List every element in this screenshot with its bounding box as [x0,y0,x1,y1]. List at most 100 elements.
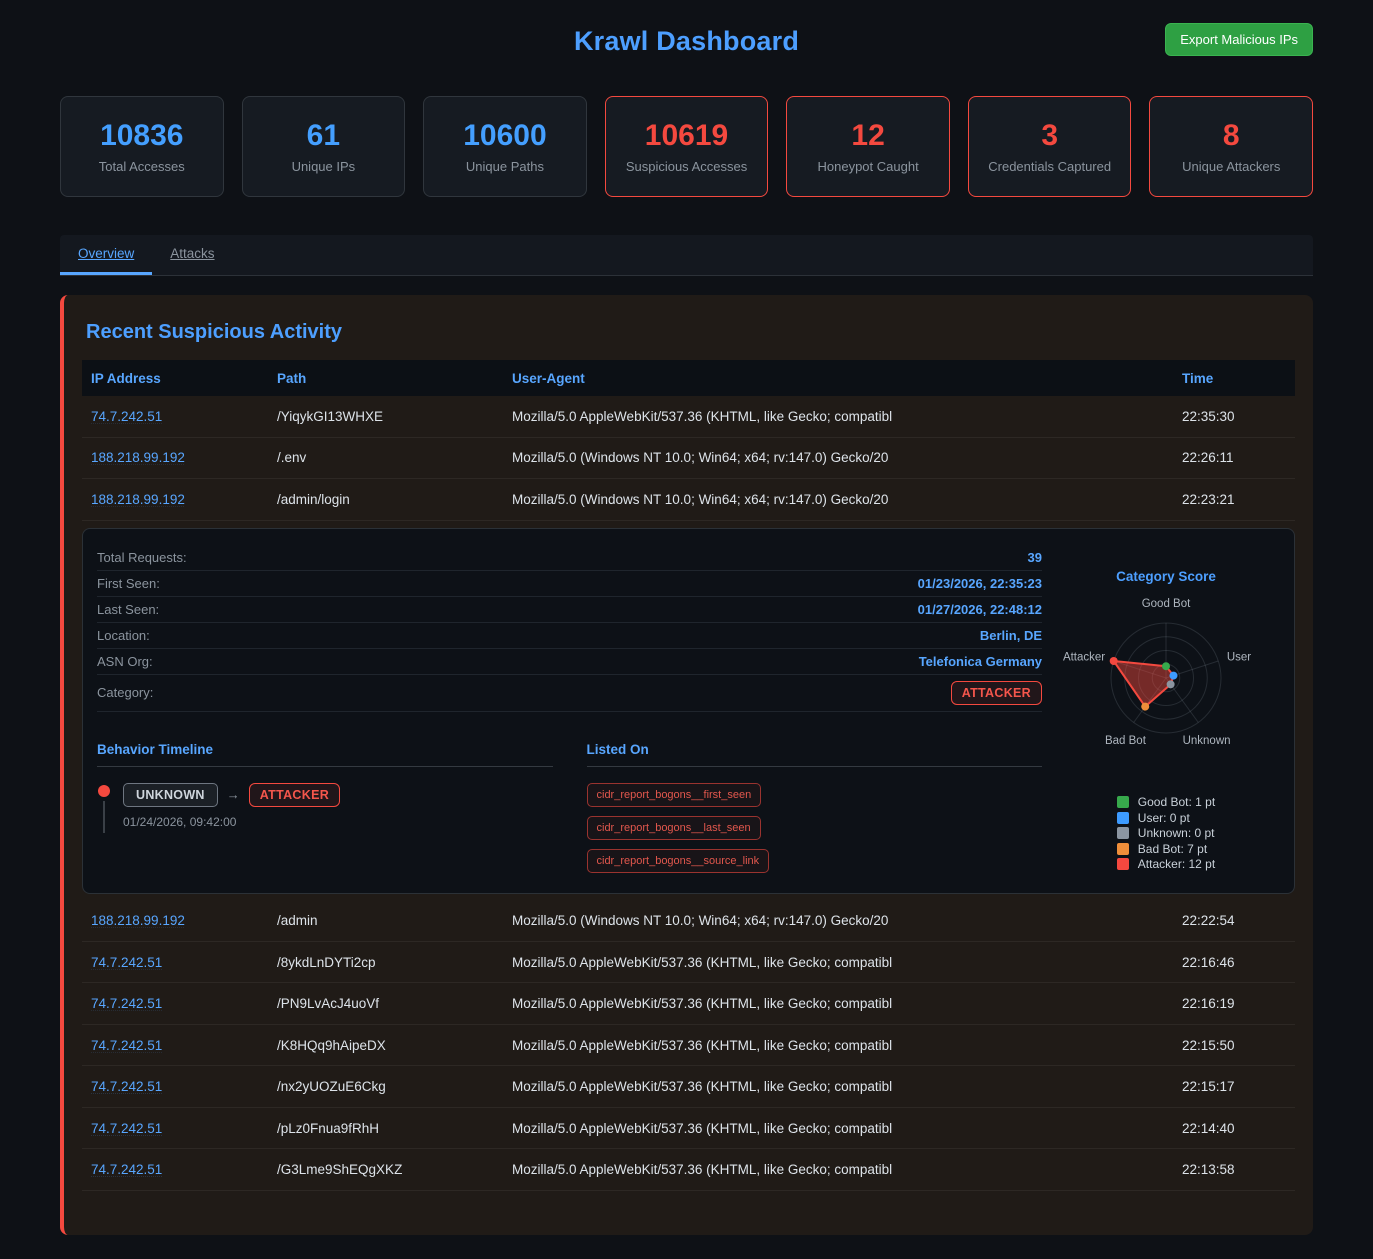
radar-axis-label: Good Bot [1142,598,1191,610]
stat-label: Unique Attackers [1182,159,1280,174]
ip-address-link[interactable]: 74.7.242.51 [91,955,162,970]
stat-label: Suspicious Accesses [626,159,747,174]
detail-field-value: Telefonica Germany [919,654,1042,669]
ip-address-link[interactable]: 74.7.242.51 [91,1038,162,1053]
listed-on-chip[interactable]: cidr_report_bogons__last_seen [587,816,761,840]
table-row[interactable]: 74.7.242.51/8ykdLnDYTi2cpMozilla/5.0 App… [82,942,1295,984]
ip-cell: 188.218.99.192 [82,492,268,507]
ip-cell: 74.7.242.51 [82,1121,268,1136]
path-cell: /PN9LvAcJ4uoVf [268,996,503,1011]
ip-cell: 74.7.242.51 [82,996,268,1011]
ip-detail-card: Total Requests: 39 First Seen:01/23/2026, … [82,528,1295,895]
path-cell: /pLz0Fnua9fRhH [268,1121,503,1136]
table-row[interactable]: 188.218.99.192/admin/loginMozilla/5.0 (W… [82,479,1295,521]
time-cell: 22:16:19 [1167,996,1295,1011]
table-row[interactable]: 188.218.99.192/.envMozilla/5.0 (Windows … [82,438,1295,480]
path-cell: /YiqykGI13WHXE [268,409,503,424]
stat-card: 8 Unique Attackers [1149,96,1313,197]
listed-on-chip[interactable]: cidr_report_bogons__source_link [587,849,770,873]
ip-cell: 188.218.99.192 [82,450,268,465]
detail-field-label: Total Requests: [97,550,187,565]
legend-label: Attacker: 12 pt [1138,857,1215,871]
category-score-section: Category Score Good BotUserUnknownBad Bo… [1052,545,1280,876]
bottom-spacer [82,1191,1295,1205]
detail-field-label: ASN Org: [97,654,153,669]
stat-card: 10836Total Accesses [60,96,224,197]
recent-suspicious-activity-panel: Recent Suspicious Activity IP AddressPat… [60,295,1313,1235]
ip-cell: 74.7.242.51 [82,1162,268,1177]
legend-swatch-icon [1117,812,1129,824]
path-cell: /admin/login [268,492,503,507]
ip-address-link[interactable]: 188.218.99.192 [91,492,185,507]
legend-item: Bad Bot: 7 pt [1117,841,1215,857]
timeline-line [103,801,105,833]
panel-title: Recent Suspicious Activity [86,321,1295,344]
user-agent-cell: Mozilla/5.0 AppleWebKit/537.36 (KHTML, l… [503,1079,1167,1094]
path-cell: /nx2yUOZuE6Ckg [268,1079,503,1094]
listed-on-chip[interactable]: cidr_report_bogons__first_seen [587,783,762,807]
time-cell: 22:13:58 [1167,1162,1295,1177]
legend-item: Attacker: 12 pt [1117,857,1215,873]
tab-overview[interactable]: Overview [60,235,152,275]
table-row[interactable]: 74.7.242.51/nx2yUOZuE6CkgMozilla/5.0 App… [82,1066,1295,1108]
ip-address-link[interactable]: 74.7.242.51 [91,409,162,424]
detail-field-row: First Seen:01/23/2026, 22:35:23 [97,571,1042,597]
user-agent-cell: Mozilla/5.0 AppleWebKit/537.36 (KHTML, l… [503,1162,1167,1177]
detail-field-value: 39 [1028,550,1042,565]
timeline-marker [97,783,110,833]
path-cell: /.env [268,450,503,465]
behavior-timeline-section: Behavior Timeline UNKNOWN→ATTACKER01/24/… [97,742,553,873]
stat-value: 61 [307,119,340,152]
ip-address-link[interactable]: 74.7.242.51 [91,1079,162,1094]
stat-value: 10619 [645,119,728,152]
user-agent-cell: Mozilla/5.0 AppleWebKit/537.36 (KHTML, l… [503,409,1167,424]
tab-attacks[interactable]: Attacks [152,235,232,275]
ip-cell: 74.7.242.51 [82,1038,268,1053]
arrow-right-icon: → [227,787,240,802]
tab-bar: OverviewAttacks [60,235,1313,276]
user-agent-cell: Mozilla/5.0 (Windows NT 10.0; Win64; x64… [503,913,1167,928]
stat-card: 12Honeypot Caught [786,96,950,197]
timeline-timestamp: 01/24/2026, 09:42:00 [123,815,340,829]
ip-detail-info: Total Requests: 39 First Seen:01/23/2026, … [97,545,1042,876]
radar-axis-label: Bad Bot [1105,734,1147,746]
stat-value: 8 [1223,119,1240,152]
user-agent-cell: Mozilla/5.0 AppleWebKit/537.36 (KHTML, l… [503,1121,1167,1136]
table-row[interactable]: 74.7.242.51/pLz0Fnua9fRhHMozilla/5.0 App… [82,1108,1295,1150]
ip-address-link[interactable]: 74.7.242.51 [91,1121,162,1136]
stat-card: 3Credentials Captured [968,96,1132,197]
suspicious-activity-table: IP AddressPathUser-AgentTime 74.7.242.51… [82,360,1295,1205]
table-row[interactable]: 74.7.242.51/G3Lme9ShEQgXKZMozilla/5.0 Ap… [82,1149,1295,1191]
ip-cell: 74.7.242.51 [82,1079,268,1094]
listed-on-section: Listed On cidr_report_bogons__first_seen… [587,742,1043,873]
legend-label: Bad Bot: 7 pt [1138,842,1207,856]
category-score-radar: Good BotUserUnknownBad BotAttacker [1052,590,1280,766]
user-agent-cell: Mozilla/5.0 AppleWebKit/537.36 (KHTML, l… [503,996,1167,1011]
column-header: Path [268,371,503,386]
user-agent-cell: Mozilla/5.0 AppleWebKit/537.36 (KHTML, l… [503,955,1167,970]
legend-swatch-icon [1117,827,1129,839]
detail-field-row: Location:Berlin, DE [97,623,1042,649]
column-header: User-Agent [503,371,1167,386]
stats-row: 10836Total Accesses61Unique IPs10600Uniq… [60,96,1313,197]
app-header: Krawl Dashboard Export Malicious IPs [60,0,1313,82]
table-row[interactable]: 74.7.242.51/YiqykGI13WHXEMozilla/5.0 App… [82,396,1295,438]
export-malicious-ips-button[interactable]: Export Malicious IPs [1165,23,1313,56]
ip-address-link[interactable]: 74.7.242.51 [91,1162,162,1177]
path-cell: /admin [268,913,503,928]
table-row[interactable]: 74.7.242.51/K8HQq9hAipeDXMozilla/5.0 App… [82,1025,1295,1067]
column-header: Time [1167,371,1295,386]
ip-address-link[interactable]: 188.218.99.192 [91,913,185,928]
ip-cell: 74.7.242.51 [82,955,268,970]
table-row[interactable]: 188.218.99.192/adminMozilla/5.0 (Windows… [82,900,1295,942]
radar-axis-label: Unknown [1183,734,1231,746]
ip-address-link[interactable]: 188.218.99.192 [91,450,185,465]
table-row[interactable]: 74.7.242.51/PN9LvAcJ4uoVfMozilla/5.0 App… [82,983,1295,1025]
ip-address-link[interactable]: 74.7.242.51 [91,996,162,1011]
legend-label: Good Bot: 1 pt [1138,795,1215,809]
user-agent-cell: Mozilla/5.0 AppleWebKit/537.36 (KHTML, l… [503,1038,1167,1053]
page-title: Krawl Dashboard [60,0,1313,57]
radar-axis-label: User [1227,651,1251,663]
timeline-content: UNKNOWN→ATTACKER01/24/2026, 09:42:00 [123,783,340,833]
stat-card: 10600Unique Paths [423,96,587,197]
